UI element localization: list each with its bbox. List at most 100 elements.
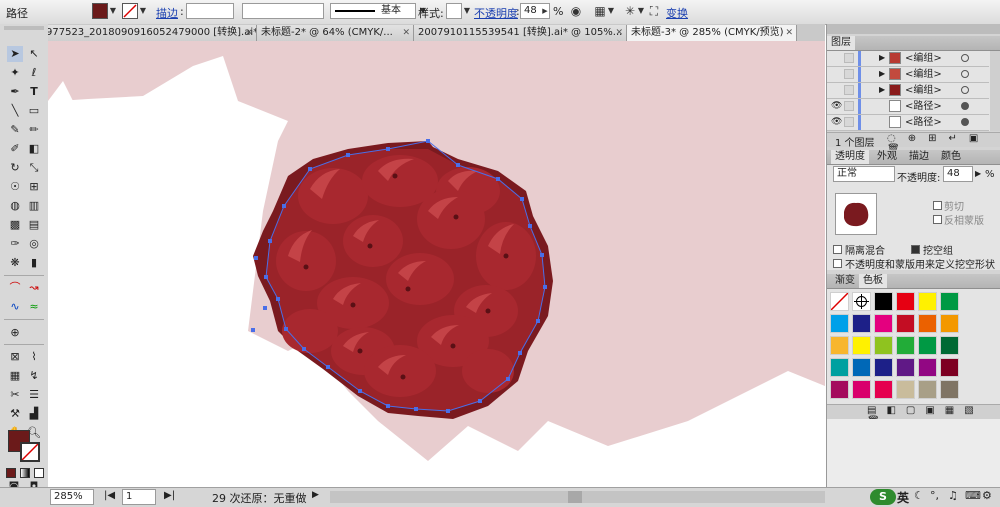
isolate-blending-checkbox[interactable] [833,245,842,254]
close-icon[interactable]: ✕ [785,25,793,41]
column-graph-tool-icon[interactable]: ▮ [26,255,42,271]
lasso-tool-icon[interactable]: ℓ [26,65,42,81]
expand-triangle-icon[interactable]: ▶ [879,53,885,62]
target-icon[interactable] [961,86,969,94]
swatch-registration[interactable] [852,292,871,311]
lock-toggle[interactable] [844,101,854,111]
color-swatch[interactable] [940,292,959,311]
color-swatch[interactable] [874,380,893,399]
eye-icon[interactable]: 👁︎ [831,101,842,111]
document-tab[interactable]: 2007910115539541 [转换].ai* @ 105%... ✕ [414,25,627,41]
punctuation-icon[interactable]: °, [930,489,939,502]
stroke-color-swatch[interactable] [122,3,138,19]
type-tool-icon[interactable]: T [26,84,42,100]
document-tab-active[interactable]: 未标题-3* @ 285% (CMYK/预览) ✕ [627,25,797,41]
crosshair-tool-icon[interactable]: ⊕ [7,325,23,341]
target-icon[interactable] [961,102,969,110]
free-transform-tool-icon[interactable]: ⊞ [26,179,42,195]
color-swatch[interactable] [874,358,893,377]
anchor-tool-icon[interactable]: ∿ [7,299,23,315]
target-icon[interactable] [961,70,969,78]
color-swatch[interactable] [940,336,959,355]
color-swatch[interactable] [830,358,849,377]
color-swatch[interactable] [830,336,849,355]
perspective-grid-tool-icon[interactable]: ▥ [26,198,42,214]
horizontal-scrollbar[interactable] [330,491,825,503]
color-swatch[interactable] [830,380,849,399]
artboard-tool-icon[interactable]: ⊠ [7,349,23,365]
pencil-tool-icon[interactable]: ✏ [26,122,42,138]
status-arrow-icon[interactable]: ▶ [312,490,319,500]
color-swatch[interactable] [918,336,937,355]
align-tool-icon[interactable]: ☰ [26,387,42,403]
color-swatch[interactable] [918,380,937,399]
moon-icon[interactable]: ☾ [914,489,924,502]
symbol-sprayer-tool-icon[interactable]: ❋ [7,255,23,271]
first-artboard-icon[interactable]: |◀ [104,490,115,501]
twirl-tool-icon[interactable]: ↯ [26,368,42,384]
clip-checkbox[interactable] [933,201,942,210]
eyedropper-tool-icon[interactable]: ✑ [7,236,23,252]
color-swatch[interactable] [918,358,937,377]
pen-tool-icon[interactable]: ✒ [7,84,23,100]
color-swatch[interactable] [852,358,871,377]
mic-icon[interactable]: ♫ [948,489,958,502]
color-swatch[interactable] [896,314,915,333]
layer-row[interactable]: 👁︎ <路径> [827,99,989,115]
fill-color-swatch[interactable] [92,3,108,19]
tab-color[interactable]: 颜色 [937,150,965,164]
document-tab[interactable]: 未标题-2* @ 64% (CMYK/... ✕ [257,25,414,41]
color-swatch[interactable] [830,314,849,333]
document-tab[interactable]: 977523_2018090916052479000 [转换].ai* ✕ [48,25,257,41]
lock-toggle[interactable] [844,117,854,127]
ime-language[interactable]: 英 [897,489,909,506]
tab-swatches[interactable]: 色板 [859,274,887,288]
mesh-tool-icon[interactable]: ▩ [7,217,23,233]
shape-builder-tool-icon[interactable]: ◍ [7,198,23,214]
bar-chart-tool-icon[interactable]: ▟ [26,406,42,422]
layer-row[interactable]: ▶ <编组> [827,51,989,67]
scrollbar-thumb[interactable] [568,491,582,503]
color-swatch[interactable] [940,314,959,333]
chevron-down-icon[interactable]: ▼ [462,3,472,19]
chevron-down-icon[interactable]: ▼ [606,3,616,19]
lock-toggle[interactable] [844,53,854,63]
rotate-tool-icon[interactable]: ↻ [7,160,23,176]
stroke-weight-field[interactable] [186,3,234,19]
color-swatch[interactable] [918,314,937,333]
invert-mask-checkbox[interactable] [933,215,942,224]
opacity-arrow-icon[interactable]: ▶ [975,169,981,178]
eraser-tool-icon[interactable]: ◧ [26,141,42,157]
tab-transparency[interactable]: 透明度 [831,150,869,164]
color-swatch[interactable] [874,336,893,355]
ime-logo[interactable]: S [870,489,896,505]
expand-triangle-icon[interactable]: ▶ [879,69,885,78]
layers-tab[interactable]: 图层 [827,36,855,50]
gradient-mode-icon[interactable] [20,468,30,478]
color-swatch[interactable] [918,292,937,311]
rectangle-tool-icon[interactable]: ▭ [26,103,42,119]
close-icon[interactable]: ✕ [402,25,410,41]
color-swatch[interactable] [896,358,915,377]
tab-stroke[interactable]: 描边 [905,150,933,164]
artboard-number-select[interactable]: 1 [122,489,156,505]
color-swatch[interactable] [896,380,915,399]
color-swatch[interactable] [852,380,871,399]
close-icon[interactable]: ✕ [615,25,623,41]
artboard-canvas[interactable] [48,41,825,487]
lock-toggle[interactable] [844,85,854,95]
zoom-select[interactable]: 285% [50,489,94,505]
layer-row[interactable]: 👁︎ <路径> [827,115,989,131]
keyboard-icon[interactable]: ⌨ [965,489,981,502]
wave-tool-icon[interactable]: ≈ [26,299,42,315]
blob-brush-tool-icon[interactable]: ✐ [7,141,23,157]
layer-row[interactable]: ▶ <编组> [827,83,989,99]
width-tool-icon[interactable]: ⌒ [7,280,23,296]
define-knockout-checkbox[interactable] [833,259,842,268]
opacity-arrow-icon[interactable]: ▶ [540,3,550,19]
target-icon[interactable] [961,54,969,62]
chevron-down-icon[interactable]: ▼ [108,3,118,19]
none-mode-icon[interactable] [34,468,44,478]
brush-definition-dropdown[interactable]: 基本 [330,3,416,19]
eye-icon[interactable]: 👁︎ [831,117,842,127]
